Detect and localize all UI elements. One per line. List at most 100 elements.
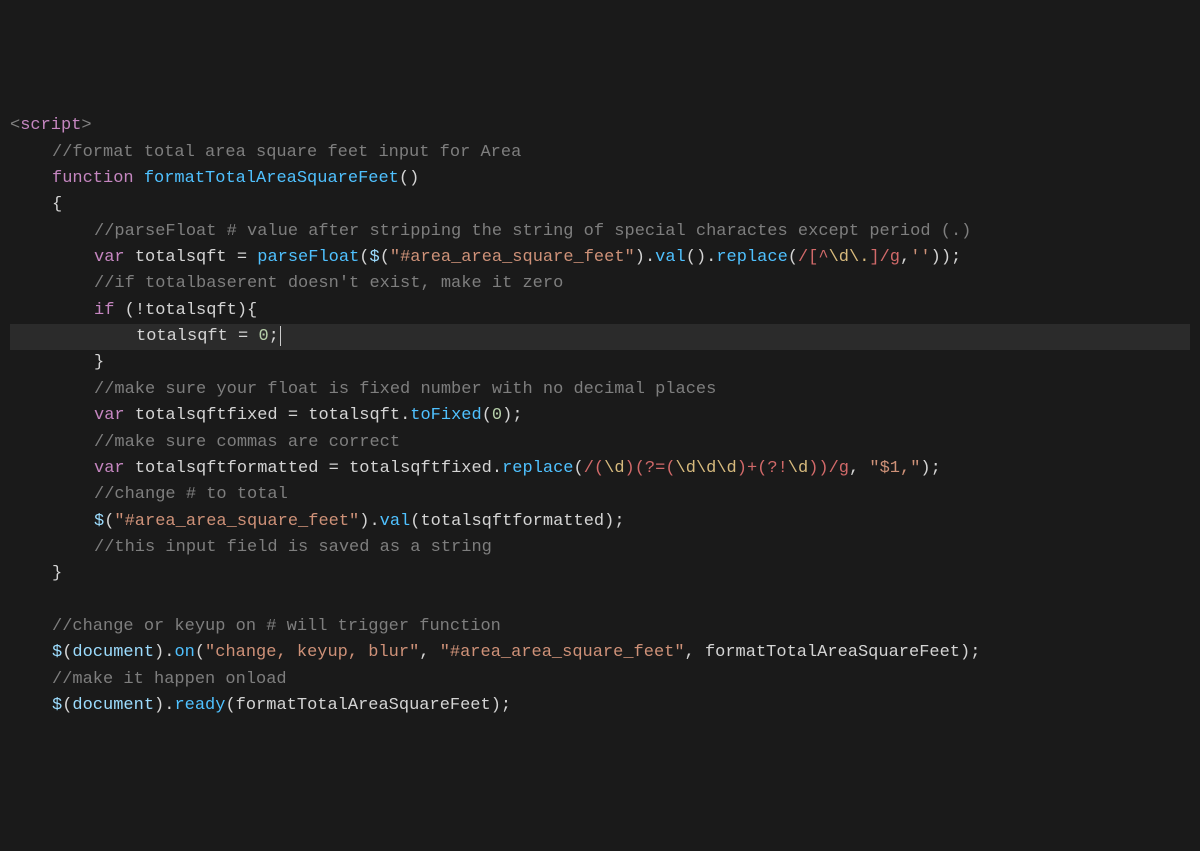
token-paren: ( bbox=[62, 696, 72, 715]
token-cmnt: //make sure commas are correct bbox=[94, 433, 400, 452]
token-paren: ) bbox=[359, 512, 369, 531]
token-paren: () bbox=[399, 169, 419, 188]
token-call: replace bbox=[716, 248, 787, 267]
token-call: val bbox=[655, 248, 686, 267]
code-line[interactable]: //make sure your float is fixed number w… bbox=[10, 377, 1190, 403]
code-line[interactable]: //change or keyup on # will trigger func… bbox=[10, 614, 1190, 640]
code-line[interactable]: if (!totalsqft){ bbox=[10, 298, 1190, 324]
token-id: formatTotalAreaSquareFeet bbox=[705, 643, 960, 662]
token-call: parseFloat bbox=[257, 248, 359, 267]
token-punc: . bbox=[706, 248, 716, 267]
token-punc: , bbox=[900, 248, 910, 267]
token-punc: } bbox=[52, 564, 62, 583]
token-cmnt: //make sure your float is fixed number w… bbox=[94, 380, 716, 399]
token-paren: ) bbox=[960, 643, 970, 662]
token-id: totalsqftfixed bbox=[349, 459, 492, 478]
token-paren: ( bbox=[788, 248, 798, 267]
code-line[interactable]: } bbox=[10, 350, 1190, 376]
token-punc: } bbox=[94, 353, 104, 372]
code-line[interactable]: <script> bbox=[10, 113, 1190, 139]
token-punc: ; bbox=[931, 459, 941, 478]
token-paren: ) bbox=[502, 406, 512, 425]
token-str: '' bbox=[910, 248, 930, 267]
token-cmnt: //change # to total bbox=[94, 485, 288, 504]
token-glob: document bbox=[72, 643, 154, 662]
token-paren: )) bbox=[931, 248, 951, 267]
token-paren: ( bbox=[125, 301, 135, 320]
token-punc: , bbox=[419, 643, 439, 662]
token-rgxesc: \d\. bbox=[829, 248, 870, 267]
token-paren: () bbox=[686, 248, 706, 267]
token-rgx: )+(?! bbox=[737, 459, 788, 478]
token-paren: ( bbox=[359, 248, 369, 267]
code-line[interactable]: totalsqft = 0; bbox=[10, 324, 1190, 350]
code-line[interactable]: $(document).ready(formatTotalAreaSquareF… bbox=[10, 693, 1190, 719]
token-cmnt: //format total area square feet input fo… bbox=[52, 143, 521, 162]
code-line[interactable]: function formatTotalAreaSquareFeet() bbox=[10, 166, 1190, 192]
token-paren: ) bbox=[237, 301, 247, 320]
token-glob: $ bbox=[52, 696, 62, 715]
token-paren: ( bbox=[195, 643, 205, 662]
token-paren: ) bbox=[154, 643, 164, 662]
token-rgxesc: \d bbox=[788, 459, 808, 478]
token-rgx: )(?=( bbox=[625, 459, 676, 478]
code-line[interactable]: //make sure commas are correct bbox=[10, 430, 1190, 456]
token-paren: ) bbox=[604, 512, 614, 531]
token-op: ! bbox=[135, 301, 145, 320]
token-str: "#area_area_square_feet" bbox=[440, 643, 685, 662]
token-str: "#area_area_square_feet" bbox=[390, 248, 635, 267]
code-line[interactable]: var totalsqftfixed = totalsqft.toFixed(0… bbox=[10, 403, 1190, 429]
token-punc: . bbox=[492, 459, 502, 478]
code-line[interactable] bbox=[10, 588, 1190, 614]
token-glob: document bbox=[72, 696, 154, 715]
token-kw: if bbox=[94, 301, 125, 320]
token-punc: . bbox=[400, 406, 410, 425]
token-cmnt: //if totalbaserent doesn't exist, make i… bbox=[94, 274, 563, 293]
token-op: = bbox=[228, 327, 259, 346]
token-punc: ; bbox=[269, 327, 279, 346]
token-kw: var bbox=[94, 406, 135, 425]
code-line[interactable]: //if totalbaserent doesn't exist, make i… bbox=[10, 271, 1190, 297]
token-paren: ( bbox=[482, 406, 492, 425]
token-rgx: ))/g bbox=[808, 459, 849, 478]
code-editor[interactable]: <script> //format total area square feet … bbox=[10, 113, 1190, 719]
code-line[interactable]: //format total area square feet input fo… bbox=[10, 140, 1190, 166]
code-line[interactable]: //make it happen onload bbox=[10, 667, 1190, 693]
code-line[interactable]: //change # to total bbox=[10, 482, 1190, 508]
code-line[interactable]: { bbox=[10, 192, 1190, 218]
token-punc: . bbox=[645, 248, 655, 267]
token-call: on bbox=[174, 643, 194, 662]
code-line[interactable]: $("#area_area_square_feet").val(totalsqf… bbox=[10, 509, 1190, 535]
token-op: = bbox=[318, 459, 349, 478]
token-call: replace bbox=[502, 459, 573, 478]
token-str: "$1," bbox=[869, 459, 920, 478]
token-punc: , bbox=[685, 643, 705, 662]
token-kw: function bbox=[52, 169, 144, 188]
token-paren: ) bbox=[491, 696, 501, 715]
code-line[interactable]: //parseFloat # value after stripping the… bbox=[10, 219, 1190, 245]
token-paren: ( bbox=[380, 248, 390, 267]
token-num: 0 bbox=[492, 406, 502, 425]
token-id: totalsqftformatted bbox=[420, 512, 604, 531]
token-op: = bbox=[278, 406, 309, 425]
token-punc: ; bbox=[951, 248, 961, 267]
token-id: totalsqftfixed bbox=[135, 406, 278, 425]
code-line[interactable]: //this input field is saved as a string bbox=[10, 535, 1190, 561]
token-punc: ; bbox=[970, 643, 980, 662]
code-line[interactable]: var totalsqft = parseFloat($("#area_area… bbox=[10, 245, 1190, 271]
token-cmnt: //parseFloat # value after stripping the… bbox=[94, 222, 971, 241]
token-punc: . bbox=[369, 512, 379, 531]
token-rgxesc: \d bbox=[604, 459, 624, 478]
token-rgx: ]/g bbox=[869, 248, 900, 267]
token-paren: ) bbox=[635, 248, 645, 267]
text-cursor bbox=[280, 326, 281, 346]
token-cmnt: //change or keyup on # will trigger func… bbox=[52, 617, 501, 636]
code-line[interactable]: $(document).on("change, keyup, blur", "#… bbox=[10, 640, 1190, 666]
token-punc: , bbox=[849, 459, 869, 478]
token-id: totalsqft bbox=[135, 248, 227, 267]
token-punc: ; bbox=[501, 696, 511, 715]
token-call: ready bbox=[174, 696, 225, 715]
token-id: totalsqft bbox=[308, 406, 400, 425]
code-line[interactable]: } bbox=[10, 561, 1190, 587]
code-line[interactable]: var totalsqftformatted = totalsqftfixed.… bbox=[10, 456, 1190, 482]
